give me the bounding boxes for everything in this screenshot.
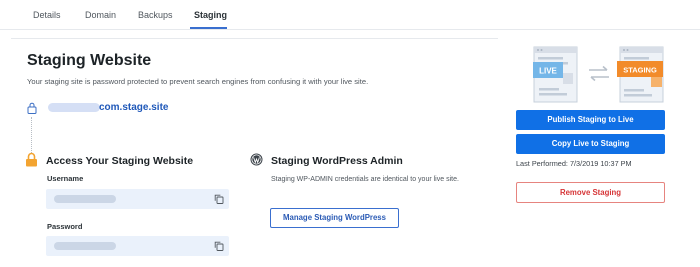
redacted-domain [48,103,100,112]
active-tab-indicator [190,27,227,29]
live-staging-illustration: LIVE STAGING [533,46,664,103]
swap-arrows-icon [589,65,608,71]
tab-domain[interactable]: Domain [85,10,116,20]
wp-admin-title: Staging WordPress Admin [271,155,403,167]
wordpress-icon [250,153,263,166]
publish-staging-to-live-button[interactable]: Publish Staging to Live [516,110,665,130]
connector-line [31,117,32,153]
page-title: Staging Website [27,52,152,69]
username-field[interactable] [46,189,229,209]
redacted-password [54,242,116,250]
wp-admin-description: Staging WP-ADMIN credentials are identic… [271,176,459,183]
username-label: Username [47,174,84,183]
live-badge: LIVE [539,67,557,76]
tab-backups[interactable]: Backups [138,10,173,20]
copy-password-icon[interactable] [214,241,224,251]
access-title: Access Your Staging Website [46,155,194,167]
staging-badge: STAGING [623,66,657,75]
password-label: Password [47,222,83,231]
copy-live-to-staging-button[interactable]: Copy Live to Staging [516,134,665,154]
remove-staging-button[interactable]: Remove Staging [516,182,665,203]
staging-url-suffix[interactable]: com.stage.site [99,102,168,113]
last-performed-timestamp: Last Performed: 7/3/2019 10:37 PM [516,159,632,168]
tab-details[interactable]: Details [33,10,61,20]
tab-staging[interactable]: Staging [194,10,227,20]
lock-icon [26,152,37,167]
copy-username-icon[interactable] [214,194,224,204]
staging-description: Your staging site is password protected … [27,77,369,86]
tab-bar: Details Domain Backups Staging [0,0,700,30]
password-field[interactable] [46,236,229,256]
manage-staging-wordpress-button[interactable]: Manage Staging WordPress [270,208,399,228]
lock-outline-icon [27,102,37,114]
redacted-username [54,195,116,203]
